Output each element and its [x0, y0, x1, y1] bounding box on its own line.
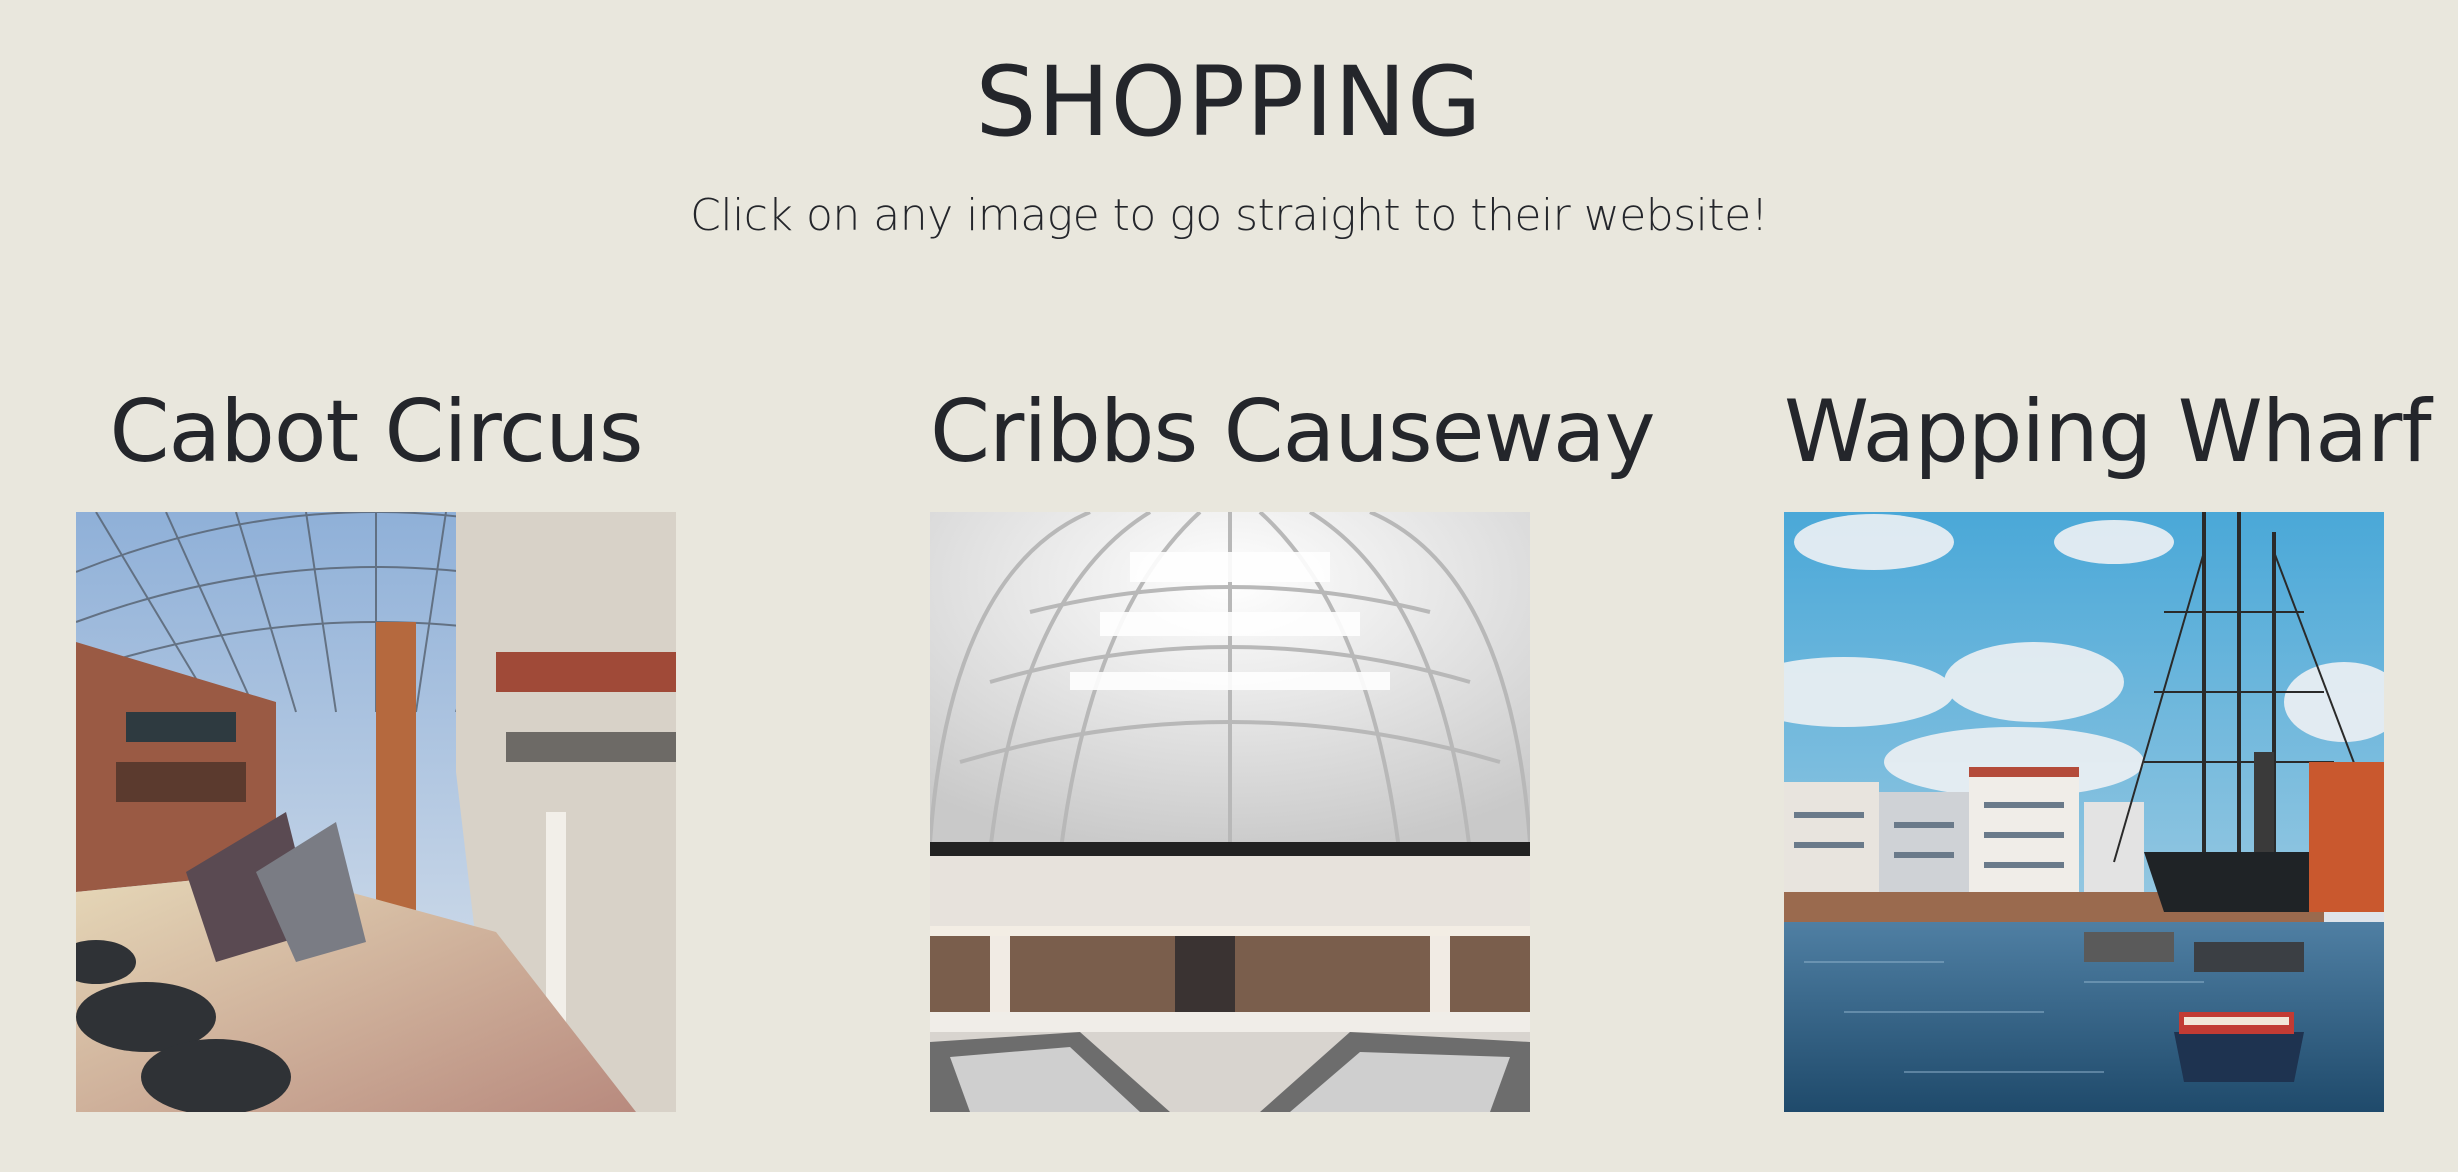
- cabot-circus-photo: [76, 512, 676, 1112]
- cribbs-causeway-photo: [930, 512, 1530, 1112]
- shopping-page: SHOPPING Click on any image to go straig…: [0, 0, 2458, 1172]
- page-title: SHOPPING: [975, 46, 1483, 158]
- cabot-circus-image-link[interactable]: [76, 512, 676, 1112]
- cribbs-causeway-image-link[interactable]: [930, 512, 1530, 1112]
- shop-title-cabot-circus: Cabot Circus: [109, 382, 643, 482]
- wapping-wharf-image-link[interactable]: [1784, 512, 2384, 1112]
- shop-card-wapping-wharf: Wapping Wharf: [1784, 372, 2432, 1112]
- shop-card-cribbs-causeway: Cribbs Causeway: [930, 372, 1656, 1112]
- shop-title-wapping-wharf: Wapping Wharf: [1784, 382, 2432, 482]
- wapping-wharf-photo: [1784, 512, 2384, 1112]
- shop-title-cribbs-causeway: Cribbs Causeway: [930, 382, 1656, 482]
- shop-card-cabot-circus: Cabot Circus: [76, 372, 676, 1112]
- page-subtitle: Click on any image to go straight to the…: [690, 190, 1768, 241]
